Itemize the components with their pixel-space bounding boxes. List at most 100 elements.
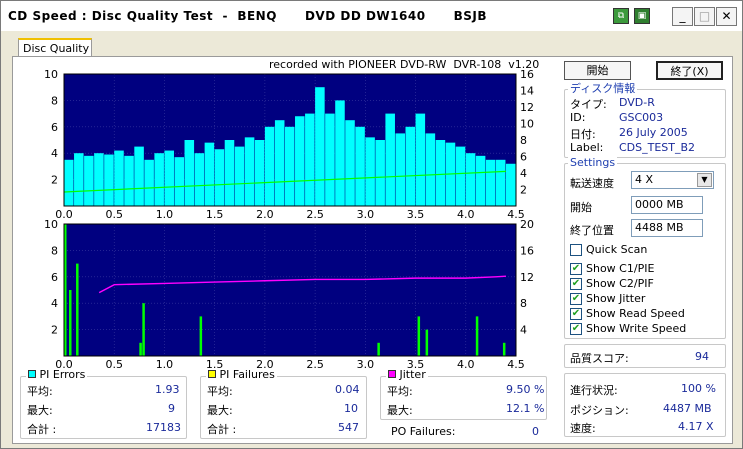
y-right-tick-label: 8: [520, 297, 527, 310]
y-right-tick-label: 16: [520, 68, 534, 81]
pi-errors-total: 17183: [146, 421, 181, 434]
y-left-tick-label: 10: [44, 218, 58, 231]
pie-bar: [154, 153, 164, 206]
speed-select[interactable]: 4 X ▼: [631, 171, 714, 189]
show-write-speed-checkbox[interactable]: ✔: [570, 323, 582, 335]
pie-bar: [224, 140, 235, 206]
disc-label-label: Label:: [570, 141, 604, 154]
show-read-speed-checkbox[interactable]: ✔: [570, 308, 582, 320]
show-c2-label[interactable]: Show C2/PIF: [586, 277, 654, 290]
y-left-tick-label: 2: [51, 324, 58, 337]
pif-bar: [502, 342, 506, 356]
title-bar[interactable]: CD Speed : Disc Quality Test - BENQ DVD …: [1, 1, 742, 31]
pie-bar: [284, 126, 295, 206]
pie-bar: [254, 140, 265, 206]
pi-errors-max-label: 最大:: [27, 404, 53, 417]
pie-bar: [495, 159, 506, 206]
quick-scan-label[interactable]: Quick Scan: [586, 243, 647, 256]
po-failures-value: 0: [532, 425, 539, 438]
jitter-max: 12.1 %: [506, 402, 545, 415]
show-write-speed-label[interactable]: Show Write Speed: [586, 322, 686, 335]
pie-bar: [274, 120, 285, 206]
progress-value: 100 %: [681, 382, 716, 395]
jitter-avg: 9.50 %: [506, 383, 545, 396]
pie-bar: [395, 133, 406, 206]
x-tick-label: 2.5: [306, 358, 324, 371]
show-c2-checkbox[interactable]: ✔: [570, 278, 582, 290]
jitter-avg-label: 平均:: [387, 385, 413, 398]
pi-errors-avg: 1.93: [155, 383, 180, 396]
tab-disc-quality[interactable]: Disc Quality: [18, 38, 92, 57]
pie-bar: [485, 159, 496, 206]
show-c1-label[interactable]: Show C1/PIE: [586, 262, 654, 275]
pi-errors-chart: 0.0 0.5 1.0 1.5 2.0 2.5 3.0 3.5 4.0 4.52468102468…: [44, 68, 534, 221]
show-c1-checkbox[interactable]: ✔: [570, 263, 582, 275]
start-button[interactable]: 開始: [564, 61, 631, 80]
pie-bar: [84, 155, 94, 206]
pie-bar: [114, 150, 124, 206]
save-icon[interactable]: ▣: [634, 8, 650, 24]
pif-bar: [139, 342, 142, 356]
copy-icon[interactable]: ⧉: [613, 8, 629, 24]
pie-bar: [425, 133, 436, 206]
x-tick-label: 0.5: [105, 358, 123, 371]
pie-bar: [104, 154, 114, 206]
end-mb-label: 終了位置: [570, 224, 614, 237]
position-value: 4487 MB: [663, 402, 712, 415]
pie-bar: [375, 140, 385, 206]
y-left-tick-label: 10: [44, 68, 58, 81]
chevron-down-icon[interactable]: ▼: [697, 173, 712, 187]
pie-bar: [194, 153, 205, 206]
quick-scan-checkbox[interactable]: [570, 244, 582, 256]
y-right-tick-label: 12: [520, 101, 534, 114]
start-mb-label: 開始: [570, 201, 592, 214]
pie-bar: [325, 113, 335, 206]
close-button[interactable]: ✕: [716, 7, 737, 26]
pif-bar: [417, 316, 421, 356]
pie-bar: [174, 157, 185, 206]
settings-title: Settings: [568, 156, 618, 169]
jitter-max-label: 最大:: [387, 404, 413, 417]
pi-failures-max: 10: [344, 402, 358, 415]
pie-bar: [365, 137, 375, 206]
pie-bar: [134, 146, 144, 206]
pif-bar: [199, 316, 203, 356]
current-speed-value: 4.17 X: [678, 420, 714, 433]
pie-bar: [64, 159, 74, 206]
stop-button[interactable]: 終了(X): [656, 61, 723, 80]
end-mb-input[interactable]: 4488 MB: [631, 219, 703, 237]
plot-area: [63, 223, 517, 357]
start-mb-input[interactable]: 0000 MB: [631, 196, 703, 214]
pie-bar: [244, 137, 255, 206]
minimize-button[interactable]: _: [672, 7, 693, 26]
pi-failures-total: 547: [338, 421, 359, 434]
show-jitter-checkbox[interactable]: ✔: [570, 293, 582, 305]
show-jitter-label[interactable]: Show Jitter: [586, 292, 645, 305]
y-right-tick-label: 8: [520, 134, 527, 147]
jitter-title: Jitter: [399, 368, 426, 381]
date-value: 26 July 2005: [619, 126, 688, 139]
pif-bar: [475, 316, 479, 356]
maximize-button[interactable]: □: [694, 7, 715, 26]
pi-failures-max-label: 最大:: [207, 404, 233, 417]
y-right-tick-label: 12: [520, 271, 534, 284]
quality-score-label: 品質スコア:: [570, 352, 629, 365]
y-right-tick-label: 10: [520, 118, 534, 131]
pie-bar: [335, 100, 345, 206]
pi-failures-title: PI Failures: [219, 368, 275, 381]
y-right-tick-label: 4: [520, 324, 527, 337]
id-value: GSC003: [619, 111, 664, 124]
y-left-tick-label: 4: [51, 297, 58, 310]
pi-errors-title: PI Errors: [39, 368, 86, 381]
y-left-tick-label: 4: [51, 147, 58, 160]
pie-bar: [74, 153, 84, 206]
id-label: ID:: [570, 111, 586, 124]
y-left-tick-label: 8: [51, 94, 58, 107]
pif-bar: [142, 303, 145, 356]
jitter-color-icon: [388, 370, 396, 378]
disc-label-value: CDS_TEST_B2: [619, 141, 696, 154]
pi-errors-color-icon: [28, 370, 36, 378]
show-read-speed-label[interactable]: Show Read Speed: [586, 307, 685, 320]
y-right-tick-label: 6: [520, 151, 527, 164]
pie-bar: [345, 120, 355, 206]
